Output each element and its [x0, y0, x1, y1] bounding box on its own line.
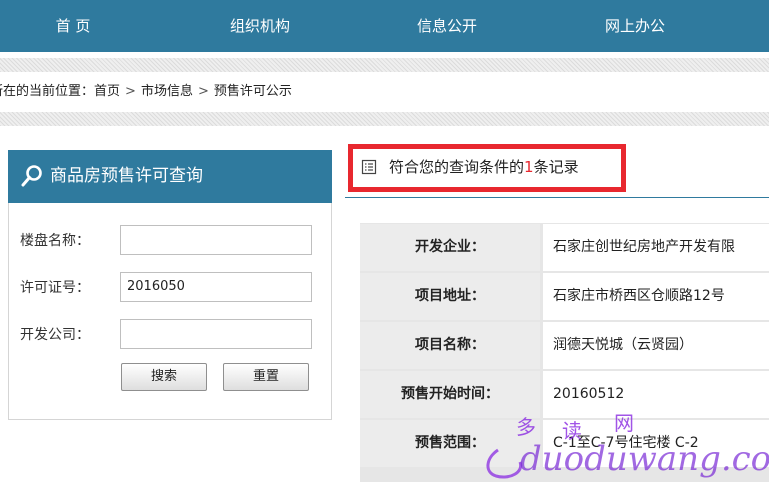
row-label-developer: 开发企业：	[360, 224, 540, 271]
row-value-project-name: 润德天悦城（云贤园）	[543, 322, 769, 369]
search-panel-title: 商品房预售许可查询	[50, 166, 203, 186]
nav-item-online-office[interactable]: 网上办公	[575, 0, 695, 52]
breadcrumb: 所在的当前位置：首页 > 市场信息 > 预售许可公示	[0, 82, 292, 102]
row-label-project-name: 项目名称：	[360, 322, 540, 369]
table-row: 开发企业： 石家庄创世纪房地产开发有限	[360, 224, 769, 272]
permit-number-label: 许可证号：	[20, 280, 90, 296]
search-panel-header: 商品房预售许可查询	[8, 150, 332, 203]
developer-label: 开发公司：	[20, 327, 90, 343]
breadcrumb-prefix: 所在的当前位置：	[0, 84, 95, 99]
divider-stripe	[0, 112, 769, 126]
divider-stripe	[0, 58, 769, 72]
svg-text:多: 多	[516, 415, 536, 439]
row-value-developer: 石家庄创世纪房地产开发有限	[543, 224, 769, 271]
top-nav: 首 页 组织机构 信息公开 网上办公	[0, 0, 769, 52]
row-value-address: 石家庄市桥西区仓顺路12号	[543, 273, 769, 320]
nav-item-info-public[interactable]: 信息公开	[387, 0, 507, 52]
building-name-input[interactable]	[120, 225, 312, 255]
row-label-address: 项目地址：	[360, 273, 540, 320]
breadcrumb-item-market[interactable]: 市场信息	[141, 82, 193, 102]
nav-item-home[interactable]: 首 页	[13, 0, 133, 52]
building-name-label: 楼盘名称：	[20, 233, 90, 249]
svg-text:duoduwang.com: duoduwang.com	[520, 439, 769, 479]
breadcrumb-item-home[interactable]: 首页	[94, 82, 120, 102]
table-row: 项目名称： 润德天悦城（云贤园）	[360, 322, 769, 370]
breadcrumb-item-presale[interactable]: 预售许可公示	[214, 82, 292, 102]
reset-button[interactable]: 重置	[223, 363, 309, 391]
watermark-logo: 多 读 网 duoduwang.com	[486, 411, 769, 479]
page: 首 页 组织机构 信息公开 网上办公 所在的当前位置：首页 > 市场信息 > 预售许可公…	[0, 0, 769, 482]
developer-input[interactable]	[120, 319, 312, 349]
search-button[interactable]: 搜索	[121, 363, 207, 391]
search-icon	[21, 165, 42, 187]
highlight-box	[348, 144, 626, 192]
breadcrumb-separator: >	[125, 84, 136, 99]
permit-number-input[interactable]: 2016050	[120, 272, 312, 302]
breadcrumb-separator: >	[197, 84, 209, 99]
nav-item-organization[interactable]: 组织机构	[200, 0, 320, 52]
table-row: 项目地址： 石家庄市桥西区仓顺路12号	[360, 273, 769, 321]
svg-text:网: 网	[614, 411, 634, 435]
